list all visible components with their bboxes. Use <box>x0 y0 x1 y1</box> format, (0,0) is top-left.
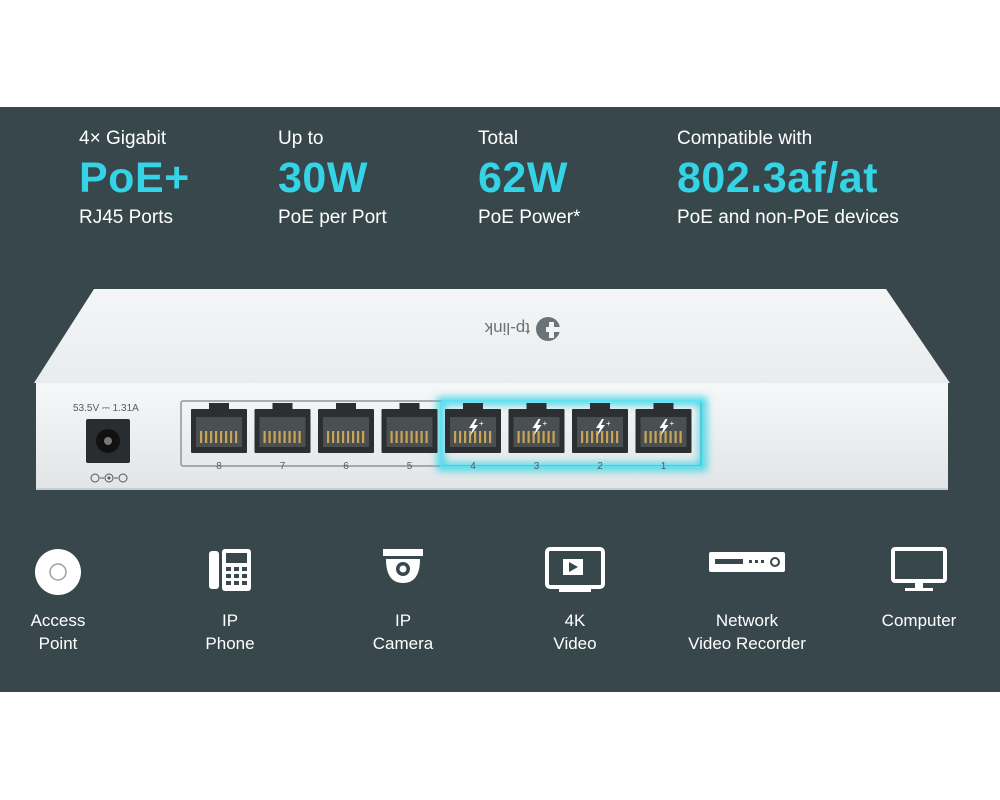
device-label: IP <box>221 611 239 630</box>
device-label: Access <box>30 611 86 630</box>
device-label: Point <box>38 634 78 653</box>
spec-top-text: Compatible with <box>677 128 813 149</box>
port-number: 5 <box>407 461 413 472</box>
device-label: Video Recorder <box>688 634 806 653</box>
port-number: 3 <box>534 461 540 472</box>
spec-bottom-text: PoE per Port <box>278 207 387 228</box>
port-number: 1 <box>661 461 667 472</box>
device-nvr: Network Video Recorder <box>677 547 817 655</box>
tp-link-logo: tp-link <box>484 317 560 341</box>
svg-text:+: + <box>670 419 675 428</box>
port-number: 4 <box>470 461 476 472</box>
spec-bottom-text: RJ45 Ports <box>79 207 173 228</box>
ip-phone-icon <box>209 549 251 591</box>
spec-highlight: PoE+ <box>79 154 190 202</box>
svg-text:+: + <box>543 419 548 428</box>
video-monitor-icon <box>545 547 605 592</box>
device-label: Video <box>553 634 597 653</box>
poe-switch: tp-link 53.5V ⎓ 1.31A 8 7 6 5 +4 +3 +2 +1 <box>34 289 950 490</box>
banner-panel: 4× Gigabit PoE+ RJ45 Ports Up to 30W PoE… <box>0 107 1000 692</box>
spec-total: Total 62W PoE Power* <box>478 127 580 230</box>
device-ip-phone: IP Phone <box>160 547 300 655</box>
device-computer: Computer <box>849 547 989 632</box>
video-recorder-icon <box>709 552 785 572</box>
computer-monitor-icon <box>891 547 947 591</box>
device-ip-camera: IP Camera <box>333 547 473 655</box>
device-label: Computer <box>881 611 957 630</box>
device-label: IP <box>394 611 412 630</box>
power-rating: 53.5V ⎓ 1.31A <box>73 403 139 414</box>
svg-text:+: + <box>606 419 611 428</box>
spec-bottom-text: PoE and non-PoE devices <box>677 207 899 228</box>
spec-compat: Compatible with 802.3af/at PoE and non-P… <box>677 127 899 230</box>
access-point-icon <box>35 549 81 595</box>
device-label: Phone <box>205 634 255 653</box>
device-label: Network <box>715 611 779 630</box>
brand-text: tp-link <box>484 319 530 338</box>
device-4k-video: 4K Video <box>505 547 645 655</box>
spec-highlight: 802.3af/at <box>677 154 879 202</box>
device-label: Camera <box>372 634 434 653</box>
svg-text:+: + <box>479 419 484 428</box>
port-number: 8 <box>216 461 222 472</box>
spec-highlight: 30W <box>278 154 368 202</box>
port-number: 6 <box>343 461 349 472</box>
spec-top-text: Up to <box>278 128 324 149</box>
spec-top-text: 4× Gigabit <box>79 128 167 149</box>
spec-gigabit: 4× Gigabit PoE+ RJ45 Ports <box>79 127 190 230</box>
port-number: 7 <box>280 461 286 472</box>
ip-camera-icon <box>383 549 423 583</box>
spec-top-text: Total <box>478 128 519 149</box>
port-number: 2 <box>597 461 603 472</box>
spec-bottom-text: PoE Power* <box>478 207 581 228</box>
device-access-point: Access Point <box>0 547 128 655</box>
device-label: 4K <box>564 611 586 630</box>
spec-highlight: 62W <box>478 154 568 202</box>
spec-per-port: Up to 30W PoE per Port <box>278 127 387 230</box>
